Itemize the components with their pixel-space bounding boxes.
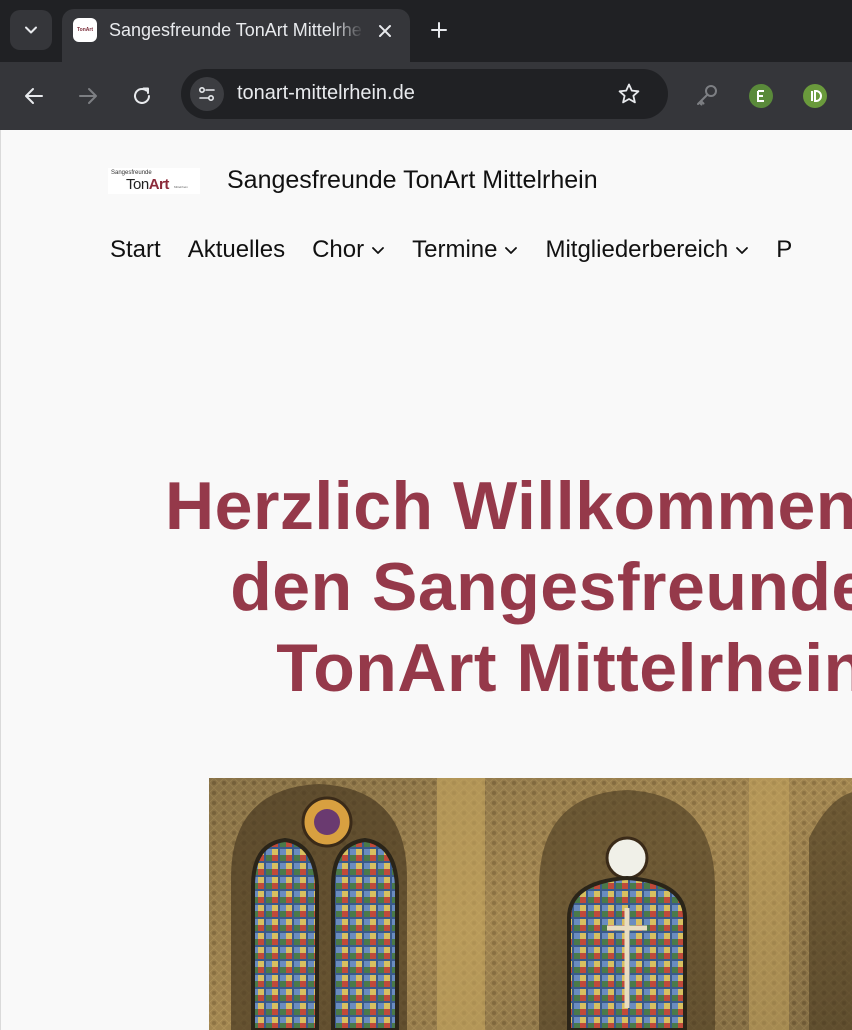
nav-item-mitgliederbereich[interactable]: Mitgliederbereich	[545, 236, 749, 264]
nav-item-start[interactable]: Start	[110, 236, 161, 264]
site-info-button[interactable]	[190, 77, 224, 111]
close-icon	[379, 25, 391, 37]
nav-item-aktuelles[interactable]: Aktuelles	[188, 236, 285, 264]
church-interior-image	[209, 778, 852, 1030]
headline-line-1: Herzlich Willkommen bei	[165, 468, 852, 544]
logo-text: TonArt	[126, 176, 169, 193]
plus-icon	[431, 22, 447, 38]
active-tab[interactable]: TonArt Sangesfreunde TonArt Mittelrhein	[62, 9, 410, 62]
chevron-down-icon	[735, 245, 749, 255]
extension-button-2[interactable]	[801, 82, 829, 110]
web-page: Sangesfreunde TonArt Mittelrhein Sangesf…	[0, 130, 852, 1030]
site-settings-icon	[198, 86, 215, 102]
headline-line-2: den Sangesfreunden	[230, 549, 852, 625]
key-icon	[697, 85, 717, 106]
tab-title: Sangesfreunde TonArt Mittelrhein	[109, 20, 361, 40]
favicon-text: TonArt	[76, 27, 93, 33]
back-button[interactable]	[17, 79, 51, 113]
extension-icon	[803, 84, 827, 108]
tab-title-fade	[332, 17, 364, 45]
extension-icon	[749, 84, 773, 108]
bookmark-button[interactable]	[615, 80, 643, 108]
nav-item-chor[interactable]: Chor	[312, 236, 385, 264]
nav-item-termine[interactable]: Termine	[412, 236, 518, 264]
tab-search-button[interactable]	[10, 10, 52, 50]
favicon: TonArt	[73, 18, 97, 42]
browser-toolbar: tonart-mittelrhein.de	[0, 62, 852, 130]
nav-item-p[interactable]: P	[776, 236, 792, 264]
hero-image	[209, 778, 852, 1030]
tab-close-button[interactable]	[373, 19, 397, 43]
forward-button[interactable]	[71, 79, 105, 113]
forward-icon	[79, 88, 97, 104]
extension-button-1[interactable]	[747, 82, 775, 110]
chevron-down-icon	[504, 245, 518, 255]
password-manager-button[interactable]	[693, 82, 721, 110]
url-text[interactable]: tonart-mittelrhein.de	[237, 82, 415, 105]
new-tab-button[interactable]	[424, 15, 454, 45]
back-icon	[25, 88, 43, 104]
chevron-down-icon	[25, 26, 37, 34]
address-bar[interactable]: tonart-mittelrhein.de	[181, 69, 668, 119]
reload-icon	[134, 87, 150, 104]
chevron-down-icon	[371, 245, 385, 255]
star-icon	[618, 83, 640, 104]
main-navigation: Start Aktuelles Chor Termine Mitgliederb…	[110, 234, 819, 266]
tab-strip: TonArt Sangesfreunde TonArt Mittelrhein	[0, 0, 852, 62]
headline-line-3: TonArt Mittelrhein	[276, 630, 852, 706]
logo-text-tiny: Mittelrhein	[174, 185, 188, 189]
welcome-headline: Herzlich Willkommen bei den Sangesfreund…	[161, 466, 852, 709]
reload-button[interactable]	[125, 79, 159, 113]
site-title[interactable]: Sangesfreunde TonArt Mittelrhein	[227, 166, 598, 195]
site-logo[interactable]: Sangesfreunde TonArt Mittelrhein	[108, 168, 200, 194]
